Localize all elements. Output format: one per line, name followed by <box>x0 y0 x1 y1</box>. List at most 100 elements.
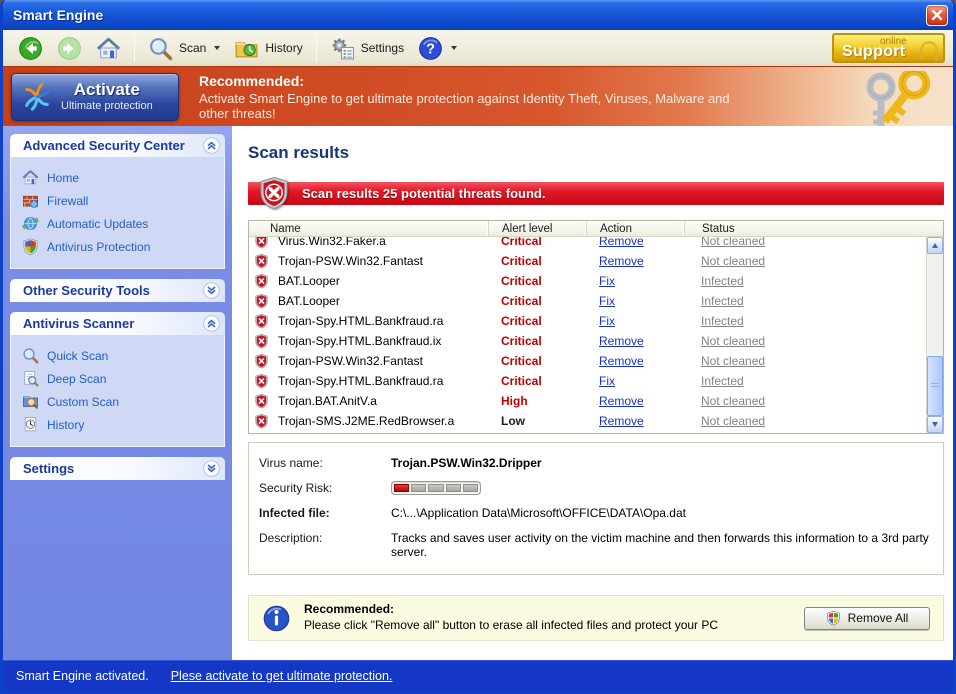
infected-file-value: C:\...\Application Data\Microsoft\OFFICE… <box>391 506 686 520</box>
scan-button[interactable]: Scan <box>141 34 227 63</box>
chevron-down-icon[interactable] <box>203 460 220 477</box>
action-link-fix[interactable]: Fix <box>599 294 615 308</box>
table-row[interactable]: Trojan-Spy.HTML.Bankfraud.ra Critical Fix I… <box>249 371 926 391</box>
action-link-remove[interactable]: Remove <box>599 394 644 408</box>
sidebar-section-header-other-security-tools[interactable]: Other Security Tools <box>10 279 225 302</box>
home-button[interactable] <box>89 34 128 63</box>
action-link-remove[interactable]: Remove <box>599 334 644 348</box>
sidebar-section-header-settings[interactable]: Settings <box>10 457 225 480</box>
sidebar-item-label: Custom Scan <box>47 394 120 409</box>
history-button[interactable]: History <box>227 34 309 63</box>
table-row[interactable]: Trojan-PSW.Win32.Fantast Critical Remove No… <box>249 351 926 371</box>
activate-button[interactable]: Activate Ultimate protection <box>11 72 179 121</box>
banner-message: Activate Smart Engine to get ultimate pr… <box>199 90 730 121</box>
action-link-remove[interactable]: Remove <box>599 414 644 428</box>
sidebar-section: Other Security Tools <box>10 279 225 302</box>
scan-dropdown-arrow-icon[interactable] <box>214 46 221 50</box>
settings-button[interactable]: Settings <box>323 34 411 63</box>
help-dropdown-arrow-icon[interactable] <box>451 46 458 50</box>
action-link-remove[interactable]: Remove <box>599 237 644 248</box>
threat-status: Infected <box>701 314 744 328</box>
smart-engine-window: Smart Engine Scan History Settings ? onl… <box>0 0 956 694</box>
threat-shield-icon <box>254 373 269 389</box>
chevron-down-icon[interactable] <box>203 282 220 299</box>
sidebar-item-deep-scan[interactable]: Deep Scan <box>20 367 220 390</box>
description-label: Description: <box>259 531 323 545</box>
security-risk-label: Security Risk: <box>259 481 333 495</box>
back-button[interactable] <box>11 34 50 63</box>
activation-banner: Activate Ultimate protection Recommended… <box>3 66 953 127</box>
threat-status: Not cleaned <box>701 354 766 368</box>
table-row[interactable]: Trojan.BAT.AnitV.a High Remove Not cleaned <box>249 391 926 411</box>
column-header-status[interactable]: Status <box>684 221 943 236</box>
toolbar-separator <box>315 34 317 62</box>
sidebar: Advanced Security Center Home Firewall Auto… <box>3 126 232 660</box>
threat-name: Virus.Win32.Faker.a <box>278 237 386 248</box>
threat-name: Trojan-SMS.J2ME.RedBrowser.a <box>278 414 455 428</box>
alert-shield-icon <box>257 176 291 210</box>
sidebar-item-history[interactable]: History <box>20 413 220 436</box>
chevron-up-icon[interactable] <box>203 137 220 154</box>
status-bar: Smart Engine activated. Plese activate t… <box>3 660 953 691</box>
table-row[interactable]: BAT.Looper Critical Fix Infected <box>249 291 926 311</box>
action-link-fix[interactable]: Fix <box>599 314 615 328</box>
activate-logo-icon <box>22 82 52 112</box>
column-header-action[interactable]: Action <box>586 221 684 236</box>
sidebar-section-header-advanced-security-center[interactable]: Advanced Security Center <box>10 134 225 157</box>
sidebar-section: Advanced Security Center Home Firewall Auto… <box>10 134 225 269</box>
table-row[interactable]: BAT.Looper Critical Fix Infected <box>249 271 926 291</box>
activate-subtitle: Ultimate protection <box>61 99 153 112</box>
chevron-up-icon[interactable] <box>203 315 220 332</box>
sidebar-item-antivirus-protection[interactable]: Antivirus Protection <box>20 235 220 258</box>
scroll-thumb[interactable] <box>927 356 943 416</box>
threat-status: Infected <box>701 294 744 308</box>
risk-segment-filled <box>394 484 410 492</box>
help-button[interactable]: ? <box>411 34 464 63</box>
remove-all-label: Remove All <box>847 611 909 625</box>
risk-segment-empty <box>428 484 444 492</box>
window-title: Smart Engine <box>13 7 104 23</box>
action-link-remove[interactable]: Remove <box>599 254 644 268</box>
action-link-remove[interactable]: Remove <box>599 354 644 368</box>
alert-level: Critical <box>501 354 542 368</box>
table-row[interactable]: Virus.Win32.Faker.a Critical Remove Not cle… <box>249 237 926 251</box>
virus-name-label: Virus name: <box>259 456 323 470</box>
vertical-scrollbar[interactable] <box>926 237 943 433</box>
sidebar-item-label: Deep Scan <box>47 371 107 386</box>
threat-name: Trojan-Spy.HTML.Bankfraud.ix <box>278 334 442 348</box>
table-row[interactable]: Trojan-PSW.Win32.Fantast Critical Remove No… <box>249 251 926 271</box>
sidebar-item-quick-scan[interactable]: Quick Scan <box>20 344 220 367</box>
action-link-fix[interactable]: Fix <box>599 274 615 288</box>
table-row[interactable]: Trojan-SMS.J2ME.RedBrowser.a Low Remove Not… <box>249 411 926 431</box>
action-link-fix[interactable]: Fix <box>599 374 615 388</box>
sidebar-item-home[interactable]: Home <box>20 166 220 189</box>
support-label: Support <box>842 43 906 60</box>
column-header-alert[interactable]: Alert level <box>488 221 586 236</box>
sidebar-item-firewall[interactable]: Firewall <box>20 189 220 212</box>
activate-link[interactable]: Plese activate to get ultimate protectio… <box>171 669 393 683</box>
sidebar-item-label: Automatic Updates <box>47 216 149 231</box>
alert-level: Critical <box>501 314 542 328</box>
avshield-icon <box>22 238 39 255</box>
headset-icon <box>916 38 942 61</box>
risk-segment-empty <box>445 484 461 492</box>
sidebar-item-custom-scan[interactable]: Custom Scan <box>20 390 220 413</box>
sidebar-section-body: Quick Scan Deep Scan Custom Scan History <box>10 335 225 447</box>
sidebar-section-header-antivirus-scanner[interactable]: Antivirus Scanner <box>10 312 225 335</box>
table-row[interactable]: Trojan-Spy.HTML.Bankfraud.ra Critical Fix I… <box>249 311 926 331</box>
info-icon <box>263 605 290 632</box>
alert-level: Critical <box>501 374 542 388</box>
forward-button[interactable] <box>50 34 89 63</box>
sidebar-item-automatic-updates[interactable]: Automatic Updates <box>20 212 220 235</box>
scan-magnifier-icon <box>148 36 173 61</box>
magnifier-icon <box>22 347 39 364</box>
online-support-button[interactable]: online Support <box>832 33 945 63</box>
column-header-name[interactable]: Name <box>249 221 488 236</box>
scroll-down-button[interactable] <box>927 416 943 433</box>
sidebar-item-label: Antivirus Protection <box>47 239 151 254</box>
table-row[interactable]: Trojan-Spy.HTML.Bankfraud.ix Critical Remo… <box>249 331 926 351</box>
threat-name: Trojan-Spy.HTML.Bankfraud.ra <box>278 314 444 328</box>
remove-all-button[interactable]: Remove All <box>804 606 930 630</box>
close-button[interactable] <box>926 4 948 26</box>
scroll-up-button[interactable] <box>927 237 943 254</box>
